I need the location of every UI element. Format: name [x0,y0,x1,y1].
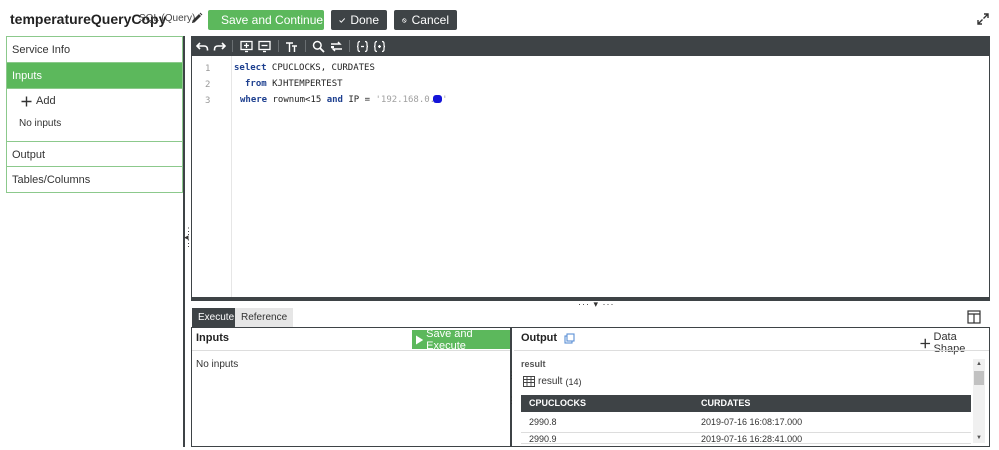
sql-keyword: select [234,63,267,73]
save-and-execute-label: Save and Execute [426,327,473,352]
sql-keyword: from [245,79,267,89]
code-line-1[interactable]: select CPUCLOCKS, CURDATES [234,63,375,73]
bottom-panel: Execute Reference Inputs Save and Execut… [191,306,990,447]
done-label: Done [350,13,379,27]
divider [192,350,510,351]
table-row[interactable]: 2990.8 2019-07-16 16:08:17.000 [521,412,971,433]
sql-keyword: where [240,95,268,105]
line-number: 3 [205,96,211,106]
table-cell: 2990.9 [529,434,557,444]
toolbar-separator [278,40,279,52]
pane-grip-icon[interactable]: ⋮ [507,396,516,405]
execute-body: Inputs Save and Execute No inputs ⋮ ⋮ Ou… [191,327,990,447]
table-cell: 2990.8 [529,417,557,427]
add-input-button[interactable]: Add [21,95,56,107]
table-cell: 2019-07-16 16:08:17.000 [701,417,803,427]
layout-toggle-icon[interactable] [967,310,981,324]
sql-string-end: ' [442,95,448,105]
code-line-3[interactable]: where rownum<15 and IP = '192.168.0. ' [240,95,448,105]
toolbar-separator [232,40,233,52]
data-shape-label: Data Shape [933,331,966,355]
result-name: result [538,376,563,387]
nav-item-output[interactable]: Output [7,141,182,167]
pencil-icon[interactable] [191,12,203,24]
add-label: Add [36,95,56,107]
pane-grip-icon[interactable]: ⋮ [507,371,516,380]
insert-snippet-icon[interactable] [240,40,253,53]
save-and-execute-button[interactable]: Save and Execute [412,327,510,352]
sql-text: IP = [342,95,376,105]
ban-icon [402,17,407,23]
line-number: 2 [205,80,211,90]
save-and-continue-label: Save and Continue [221,13,324,27]
no-inputs-text: No inputs [196,359,239,370]
splitter-grip-icon[interactable]: ⋮ ◂ ⋮ [184,227,193,248]
tab-execute[interactable]: Execute [192,308,241,328]
result-section-label: result [521,359,546,369]
result-item[interactable]: result (14) [523,376,581,387]
undo-icon[interactable] [196,40,209,53]
scroll-thumb[interactable] [974,371,984,385]
comment-icon[interactable] [258,40,271,53]
nav-item-tables-columns[interactable]: Tables/Columns [7,167,182,193]
plus-icon [21,96,32,106]
code-line-2[interactable]: from KJHTEMPERTEST [245,79,343,89]
save-and-continue-button[interactable]: Save and Continue [208,10,324,30]
done-button[interactable]: Done [331,10,387,30]
replace-icon[interactable] [330,40,343,53]
output-pane: ⋮ ⋮ Output Data Shape result result (14)… [507,328,989,446]
top-bar: temperatureQueryCopy SQL (Query) Save an… [0,0,999,36]
sql-keyword: and [326,95,343,105]
editor-toolbar [192,37,989,56]
parameter-plus-icon[interactable] [373,40,386,53]
cancel-label: Cancel [411,13,449,27]
column-header[interactable]: CURDATES [701,395,750,412]
line-number: 1 [205,64,211,74]
sql-text: rownum<15 [267,95,327,105]
expand-icon[interactable] [977,13,989,25]
cancel-button[interactable]: Cancel [394,10,457,30]
table-row[interactable]: 2990.9 2019-07-16 16:28:41.000 [521,433,971,444]
output-scrollbar[interactable]: ▲ ▼ [973,359,985,443]
output-pane-title: Output [521,332,558,344]
nav-item-inputs[interactable]: Inputs [7,63,182,89]
column-header[interactable]: CPUCLOCKS [529,395,586,412]
scroll-up-icon[interactable]: ▲ [975,360,983,368]
left-nav-panel: Service Info Inputs Add No inputs Output… [6,36,183,193]
inputs-pane-title: Inputs [196,332,229,344]
parameter-icon[interactable] [356,40,369,53]
no-inputs-text: No inputs [19,118,62,129]
scroll-down-icon[interactable]: ▼ [975,434,983,442]
popout-icon[interactable] [564,333,575,344]
tab-reference[interactable]: Reference [235,308,294,328]
search-icon[interactable] [312,40,325,53]
table-icon [523,376,535,387]
data-shape-button[interactable]: Data Shape [920,331,989,355]
redo-icon[interactable] [213,40,226,53]
check-icon [339,17,346,23]
table-cell: 2019-07-16 16:28:41.000 [701,434,803,444]
result-count: (14) [565,376,582,387]
line-number-gutter: 1 2 3 [192,56,232,297]
sql-text: KJHTEMPERTEST [266,79,343,89]
service-type: SQL (Query) [139,13,196,24]
toolbar-separator [305,40,306,52]
plus-icon [920,338,931,348]
result-grid-header: CPUCLOCKS CURDATES [521,395,971,412]
inputs-pane: Inputs Save and Execute No inputs [192,328,512,446]
divider [514,350,989,351]
toolbar-separator [349,40,350,52]
redaction-mark [433,95,443,103]
nav-item-service-info[interactable]: Service Info [7,37,182,63]
sql-text: CPUCLOCKS, CURDATES [266,63,375,73]
format-text-icon[interactable] [285,40,298,53]
play-icon [416,335,424,344]
sql-string: '192.168.0. [375,95,436,105]
sql-editor: 1 2 3 select CPUCLOCKS, CURDATES from KJ… [191,36,990,298]
